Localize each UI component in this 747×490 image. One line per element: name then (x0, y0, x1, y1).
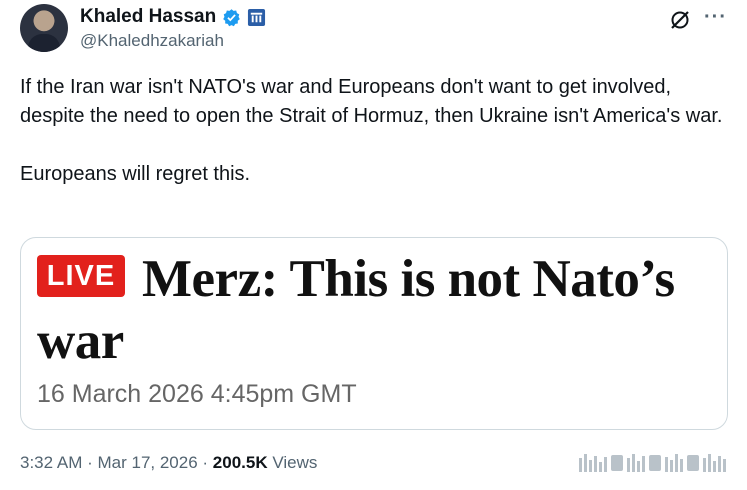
verified-badge-icon[interactable] (222, 8, 241, 27)
views-count: 200.5K (212, 453, 268, 472)
name-row: Khaled Hassan (80, 6, 266, 28)
grok-icon[interactable] (668, 8, 692, 32)
tweet-time[interactable]: 3:32 AM (20, 453, 82, 472)
tweet-paragraph-2: Europeans will regret this. (20, 163, 251, 185)
tweet-header: Khaled Hassan @Khaledhzakariah ··· (20, 4, 727, 56)
views-label: Views (267, 453, 318, 472)
user-handle[interactable]: @Khaledhzakariah (80, 31, 224, 51)
tweet-text: If the Iran war isn't NATO's war and Eur… (20, 73, 732, 189)
display-name[interactable]: Khaled Hassan (80, 6, 216, 28)
card-headline: Merz: This is not Nato’s war (37, 250, 675, 370)
footer-separator: · (82, 453, 98, 472)
more-icon[interactable]: ··· (704, 6, 727, 29)
tweet-paragraph-1: If the Iran war isn't NATO's war and Eur… (20, 76, 723, 127)
stats-icon[interactable] (577, 452, 729, 474)
affiliate-icon[interactable] (247, 8, 266, 27)
tweet-footer: 3:32 AM · Mar 17, 2026 · 200.5K Views (20, 453, 317, 473)
footer-separator: · (197, 453, 213, 472)
live-badge: LIVE (37, 255, 125, 297)
card-date: 16 March 2026 4:45pm GMT (37, 380, 357, 408)
avatar[interactable] (20, 4, 68, 52)
tweet-date[interactable]: Mar 17, 2026 (97, 453, 197, 472)
link-card[interactable]: Merz: This is not Nato’s war LIVE 16 Mar… (20, 237, 728, 430)
